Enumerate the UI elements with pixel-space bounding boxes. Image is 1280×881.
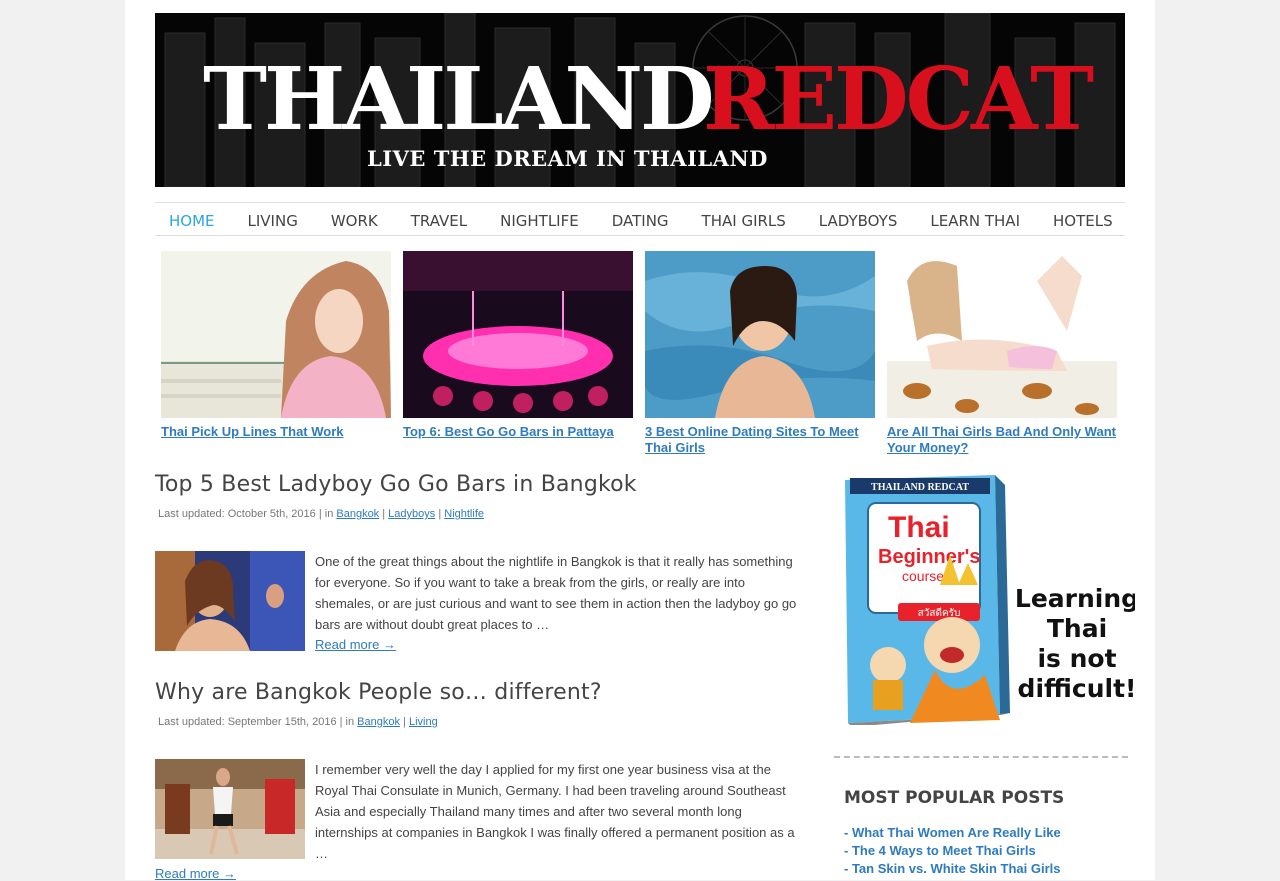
featured-posts: Thai Pick Up Lines That Work Top 6: Best…: [161, 251, 1129, 461]
featured-post[interactable]: 3 Best Online Dating Sites To Meet Thai …: [645, 251, 875, 456]
nav-nightlife[interactable]: NIGHTLIFE: [500, 203, 579, 235]
featured-thumbnail[interactable]: [161, 251, 391, 418]
post-title[interactable]: Why are Bangkok People so… different?: [155, 680, 602, 705]
post-excerpt: One of the great things about the nightl…: [315, 554, 797, 632]
logo-thailand: THAILAND: [203, 49, 715, 150]
page: THAILAND REDCAT LIVE THE DREAM IN THAILA…: [125, 0, 1155, 881]
featured-link[interactable]: Top 6: Best Go Go Bars in Pattaya: [403, 424, 633, 440]
featured-link[interactable]: 3 Best Online Dating Sites To Meet Thai …: [645, 424, 875, 456]
category-link[interactable]: Living: [409, 716, 438, 728]
featured-post[interactable]: Top 6: Best Go Go Bars in Pattaya: [403, 251, 633, 440]
post-meta: Last updated: September 15th, 2016 | in …: [158, 716, 438, 728]
popular-posts-list: - What Thai Women Are Really Like - The …: [844, 824, 1061, 878]
popular-post-link[interactable]: - Tan Skin vs. White Skin Thai Girls: [844, 860, 1061, 878]
ad-book-title-3: course: [902, 568, 944, 584]
popular-post-link[interactable]: - What Thai Women Are Really Like: [844, 824, 1061, 842]
nav-ladyboys[interactable]: LADYBOYS: [819, 203, 898, 235]
thai-course-ad[interactable]: THAILAND REDCAT Thai Beginner's course ส…: [840, 475, 1139, 727]
featured-link[interactable]: Thai Pick Up Lines That Work: [161, 424, 391, 440]
nav-home[interactable]: HOME: [169, 203, 215, 235]
category-link[interactable]: Bangkok: [357, 716, 400, 728]
ad-slogan-2: Thai: [1047, 614, 1107, 643]
nav-hotels[interactable]: HOTELS: [1053, 203, 1113, 235]
logo-redcat: REDCAT: [703, 49, 1094, 150]
main-nav: HOME LIVING WORK TRAVEL NIGHTLIFE DATING…: [155, 202, 1125, 236]
nav-thai-girls[interactable]: THAI GIRLS: [702, 203, 786, 235]
ad-slogan-3: is not: [1037, 644, 1116, 673]
post-excerpt: I remember very well the day I applied f…: [315, 762, 795, 861]
featured-link[interactable]: Are All Thai Girls Bad And Only Want You…: [887, 424, 1117, 456]
ad-slogan-1: Learning: [1015, 584, 1135, 613]
ad-brand: THAILAND REDCAT: [871, 482, 969, 493]
featured-post[interactable]: Thai Pick Up Lines That Work: [161, 251, 391, 440]
category-link[interactable]: Bangkok: [336, 508, 379, 520]
featured-thumbnail[interactable]: [645, 251, 875, 418]
ad-book-title-2: Beginner's: [878, 546, 981, 568]
post-thumbnail[interactable]: [155, 551, 305, 651]
post-meta: Last updated: October 5th, 2016 | in Ban…: [158, 508, 484, 520]
ad-slogan-4: difficult!: [1018, 674, 1135, 703]
featured-thumbnail[interactable]: [403, 251, 633, 418]
popular-post-link[interactable]: - The 4 Ways to Meet Thai Girls: [844, 842, 1061, 860]
category-link[interactable]: Ladyboys: [388, 508, 435, 520]
post-title[interactable]: Top 5 Best Ladyboy Go Go Bars in Bangkok: [155, 472, 637, 497]
nav-work[interactable]: WORK: [331, 203, 378, 235]
nav-travel[interactable]: TRAVEL: [411, 203, 467, 235]
featured-thumbnail[interactable]: [887, 251, 1117, 418]
nav-dating[interactable]: DATING: [612, 203, 669, 235]
post-thumbnail[interactable]: [155, 759, 305, 859]
featured-post[interactable]: Are All Thai Girls Bad And Only Want You…: [887, 251, 1117, 456]
popular-posts-heading: MOST POPULAR POSTS: [844, 788, 1065, 808]
read-more-link[interactable]: Read more →: [155, 866, 236, 881]
category-link[interactable]: Nightlife: [444, 508, 484, 520]
logo-tagline: LIVE THE DREAM IN THAILAND: [367, 146, 768, 171]
sidebar-divider: [834, 756, 1128, 758]
nav-learn-thai[interactable]: LEARN THAI: [930, 203, 1020, 235]
read-more-link[interactable]: Read more →: [315, 637, 396, 652]
nav-living[interactable]: LIVING: [248, 203, 298, 235]
header-banner[interactable]: THAILAND REDCAT LIVE THE DREAM IN THAILA…: [155, 13, 1125, 187]
ad-book-title-1: Thai: [888, 511, 950, 544]
